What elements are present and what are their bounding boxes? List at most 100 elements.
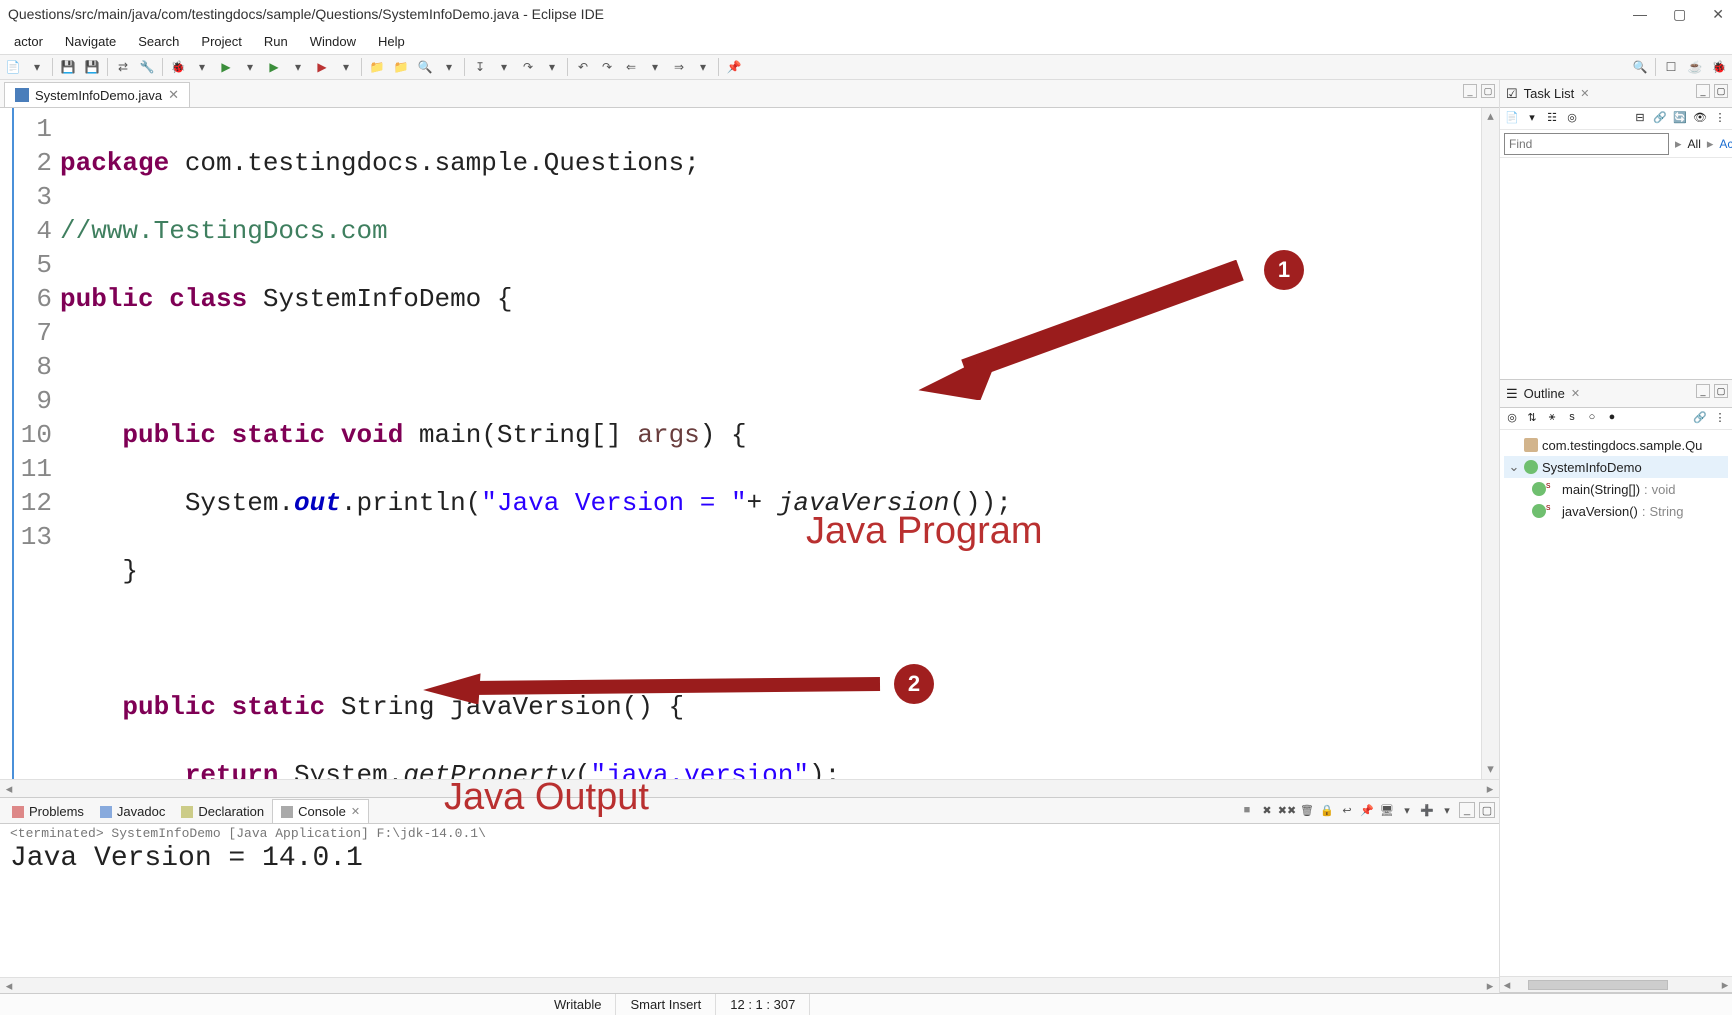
new-task-icon[interactable]: 📄	[1504, 111, 1520, 127]
hide-static-icon[interactable]: s	[1564, 411, 1580, 427]
focus-icon[interactable]: ◎	[1504, 411, 1520, 427]
close-tab-icon[interactable]: ✕	[168, 87, 179, 103]
display-console-icon[interactable]: 🖥	[1379, 802, 1395, 818]
menu-run[interactable]: Run	[254, 32, 298, 51]
scroll-left-icon[interactable]: ◂	[0, 978, 18, 994]
close-tab-icon[interactable]: ✕	[351, 805, 360, 818]
maximize-view-icon[interactable]: ▢	[1479, 802, 1495, 818]
dropdown-caret-icon[interactable]: ▾	[289, 58, 307, 76]
dropdown-caret-icon[interactable]: ▾	[543, 58, 561, 76]
minimize-view-icon[interactable]: _	[1459, 802, 1475, 818]
remove-all-icon[interactable]: ✖✖	[1279, 802, 1295, 818]
menu-project[interactable]: Project	[191, 32, 251, 51]
dropdown-caret-icon[interactable]: ▾	[495, 58, 513, 76]
outline-tree[interactable]: com.testingdocs.sample.Qu ⌄ SystemInfoDe…	[1500, 430, 1732, 976]
dropdown-caret-icon[interactable]: ▾	[1399, 802, 1415, 818]
scroll-lock-icon[interactable]: 🔒	[1319, 802, 1335, 818]
maximize-view-icon[interactable]: ▢	[1714, 84, 1728, 98]
redo-icon[interactable]: ↷	[598, 58, 616, 76]
maximize-view-icon[interactable]: ▢	[1714, 384, 1728, 398]
tab-problems[interactable]: ​ Problems	[4, 800, 92, 823]
minimize-view-icon[interactable]: _	[1696, 84, 1710, 98]
outline-item-method[interactable]: s main(String[]) : void	[1504, 478, 1728, 500]
outline-item-method[interactable]: s javaVersion() : String	[1504, 500, 1728, 522]
collapse-all-icon[interactable]: ⊟	[1632, 111, 1648, 127]
dropdown-caret-icon[interactable]: ▾	[646, 58, 664, 76]
filter-activate[interactable]: Activate...	[1719, 137, 1732, 151]
sync-icon[interactable]: 🔄	[1672, 111, 1688, 127]
find-input[interactable]	[1504, 133, 1669, 155]
remove-icon[interactable]: ✖	[1259, 802, 1275, 818]
filter-all[interactable]: All	[1688, 137, 1701, 151]
minimize-view-icon[interactable]: _	[1463, 84, 1477, 98]
outline-horizontal-scrollbar[interactable]: ◂ ▸	[1500, 976, 1732, 992]
search-icon[interactable]: 🔍	[1631, 58, 1649, 76]
dropdown-caret-icon[interactable]: ▾	[1524, 111, 1540, 127]
tab-javadoc[interactable]: ​ Javadoc	[92, 800, 173, 823]
focus-icon[interactable]: ◎	[1564, 111, 1580, 127]
coverage-icon[interactable]: ▶	[265, 58, 283, 76]
scroll-right-icon[interactable]: ▸	[1718, 977, 1732, 993]
dropdown-caret-icon[interactable]: ▾	[28, 58, 46, 76]
dropdown-caret-icon[interactable]: ▾	[337, 58, 355, 76]
tab-declaration[interactable]: ​ Declaration	[173, 800, 272, 823]
view-menu-icon[interactable]: ⋮	[1712, 411, 1728, 427]
scroll-right-icon[interactable]: ▸	[1481, 978, 1499, 994]
sort-icon[interactable]: ⇅	[1524, 411, 1540, 427]
scroll-down-icon[interactable]: ▾	[1482, 761, 1499, 779]
perspective-debug-icon[interactable]: 🐞	[1710, 58, 1728, 76]
menu-help[interactable]: Help	[368, 32, 415, 51]
menu-navigate[interactable]: Navigate	[55, 32, 126, 51]
perspective-java-icon[interactable]: ☕	[1686, 58, 1704, 76]
minimize-button[interactable]: —	[1633, 0, 1647, 28]
save-all-icon[interactable]: 💾	[83, 58, 101, 76]
maximize-view-icon[interactable]: ▢	[1481, 84, 1495, 98]
save-icon[interactable]: 💾	[59, 58, 77, 76]
build-icon[interactable]: 🔧	[138, 58, 156, 76]
debug-icon[interactable]: 🐞	[169, 58, 187, 76]
step-icon[interactable]: ↧	[471, 58, 489, 76]
dropdown-caret-icon[interactable]: ▾	[241, 58, 259, 76]
dropdown-caret-icon[interactable]: ▾	[1439, 802, 1455, 818]
link-icon[interactable]: 🔗	[1692, 411, 1708, 427]
dropdown-caret-icon[interactable]: ▾	[193, 58, 211, 76]
scroll-left-icon[interactable]: ◂	[1500, 977, 1514, 993]
pin-console-icon[interactable]: 📌	[1359, 802, 1375, 818]
tab-console[interactable]: ​ Console ✕	[272, 799, 369, 823]
run-icon[interactable]: ▶	[217, 58, 235, 76]
dropdown-caret-icon[interactable]: ▾	[694, 58, 712, 76]
perspective-open-icon[interactable]: ☐	[1662, 58, 1680, 76]
open-console-icon[interactable]: ➕	[1419, 802, 1435, 818]
scrollbar-thumb[interactable]	[1528, 980, 1668, 990]
open-type-icon[interactable]: 🔍	[416, 58, 434, 76]
minimize-view-icon[interactable]: _	[1696, 384, 1710, 398]
outline-item-class[interactable]: ⌄ SystemInfoDemo	[1504, 456, 1728, 478]
editor-tab-systeminfodemo[interactable]: SystemInfoDemo.java ✕	[4, 82, 190, 107]
breakpoint-gutter[interactable]	[0, 108, 14, 779]
close-icon[interactable]: ✕	[1580, 87, 1589, 100]
twisty-icon[interactable]: ⌄	[1508, 459, 1520, 475]
hide-icon[interactable]: 👁	[1692, 111, 1708, 127]
hide-nonpublic-icon[interactable]: ○	[1584, 411, 1600, 427]
maximize-button[interactable]: ▢	[1673, 0, 1686, 28]
back-icon[interactable]: ⇐	[622, 58, 640, 76]
hide-local-icon[interactable]: ●	[1604, 411, 1620, 427]
console-horizontal-scrollbar[interactable]: ◂ ▸	[0, 977, 1499, 993]
vertical-scrollbar[interactable]: ▴ ▾	[1481, 108, 1499, 779]
dropdown-caret-icon[interactable]: ▾	[440, 58, 458, 76]
scroll-up-icon[interactable]: ▴	[1482, 108, 1499, 126]
terminate-icon[interactable]: ■	[1239, 802, 1255, 818]
close-button[interactable]: ✕	[1712, 0, 1724, 28]
clear-console-icon[interactable]: 🗑	[1299, 802, 1315, 818]
link-icon[interactable]: 🔗	[1652, 111, 1668, 127]
editor-horizontal-scrollbar[interactable]: ◂ ▸	[0, 779, 1499, 797]
step-over-icon[interactable]: ↷	[519, 58, 537, 76]
menu-window[interactable]: Window	[300, 32, 366, 51]
new-icon[interactable]: 📄	[4, 58, 22, 76]
twisty-icon[interactable]	[1508, 438, 1520, 453]
console-content[interactable]: <terminated> SystemInfoDemo [Java Applic…	[0, 824, 1499, 977]
code-area[interactable]: package com.testingdocs.sample.Questions…	[60, 108, 1499, 779]
scroll-left-icon[interactable]: ◂	[0, 781, 18, 797]
view-menu-icon[interactable]: ⋮	[1712, 111, 1728, 127]
new-package-icon[interactable]: 📁	[368, 58, 386, 76]
